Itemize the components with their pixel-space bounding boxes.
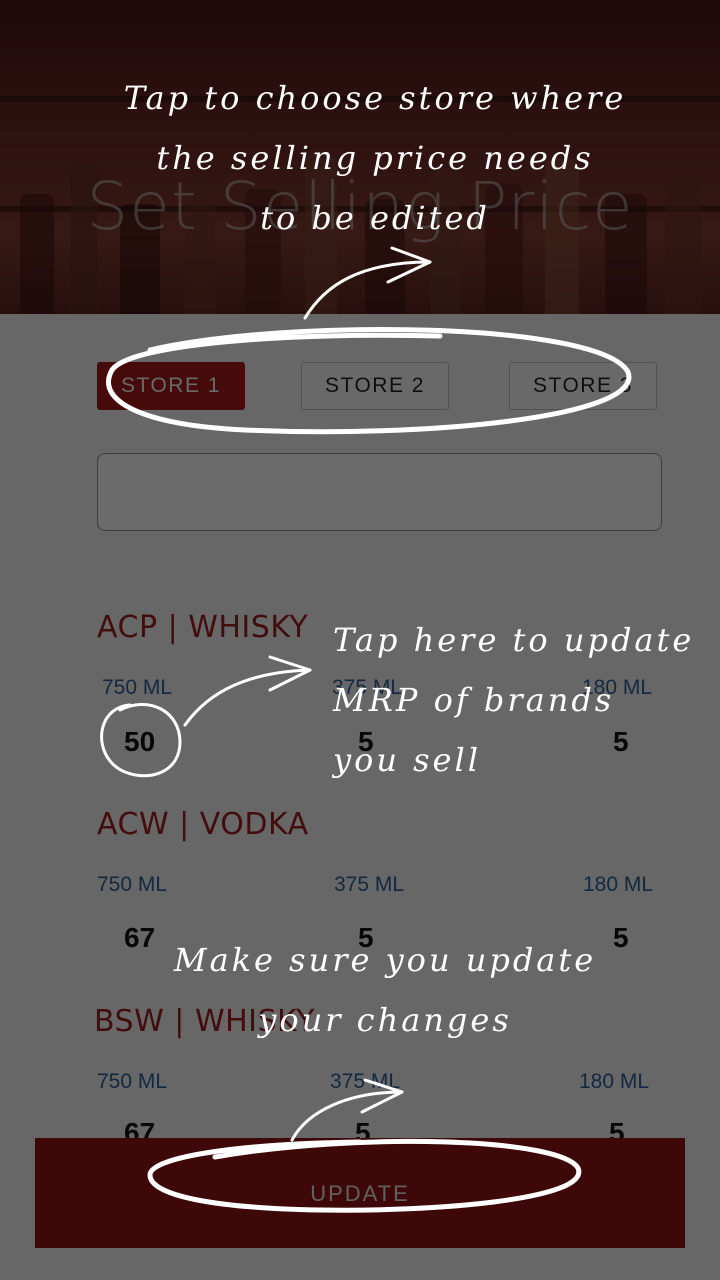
search-input[interactable] <box>97 453 662 531</box>
hint-line: to be edited <box>260 199 490 237</box>
tab-store-1[interactable]: STORE 1 <box>97 362 245 410</box>
set-selling-price-screen: Set Selling Price STORE 1 STORE 2 STORE … <box>0 0 720 1280</box>
size-label: 750 ML <box>97 1070 168 1093</box>
hint-line: the selling price needs <box>156 139 594 177</box>
size-label: 375 ML <box>334 873 405 896</box>
brand-name: ACP | WHISKY <box>97 610 309 645</box>
hint-line: MRP of brands <box>333 681 615 719</box>
store-hint: Tap to choose store where the selling pr… <box>60 68 690 248</box>
hint-line: Make sure you update <box>173 941 597 979</box>
update-hint: Make sure you update your changes <box>150 930 620 1050</box>
price-input[interactable]: 50 <box>124 726 155 758</box>
size-label: 180 ML <box>583 873 654 896</box>
size-label: 180 ML <box>579 1070 650 1093</box>
mrp-hint: Tap here to update MRP of brands you sel… <box>333 610 718 790</box>
tab-store-2[interactable]: STORE 2 <box>301 362 449 410</box>
update-button[interactable]: UPDATE <box>35 1138 685 1248</box>
hint-line: Tap here to update <box>333 621 695 659</box>
tab-store-3[interactable]: STORE 3 <box>509 362 657 410</box>
hint-line: Tap to choose store where <box>123 79 627 117</box>
brand-name: ACW | VODKA <box>97 807 309 842</box>
arrow-icon <box>183 655 312 727</box>
hint-line: your changes <box>258 1001 512 1039</box>
size-label: 375 ML <box>330 1070 401 1093</box>
size-label: 750 ML <box>97 873 168 896</box>
size-label: 750 ML <box>102 676 173 699</box>
hint-line: you sell <box>333 741 481 779</box>
